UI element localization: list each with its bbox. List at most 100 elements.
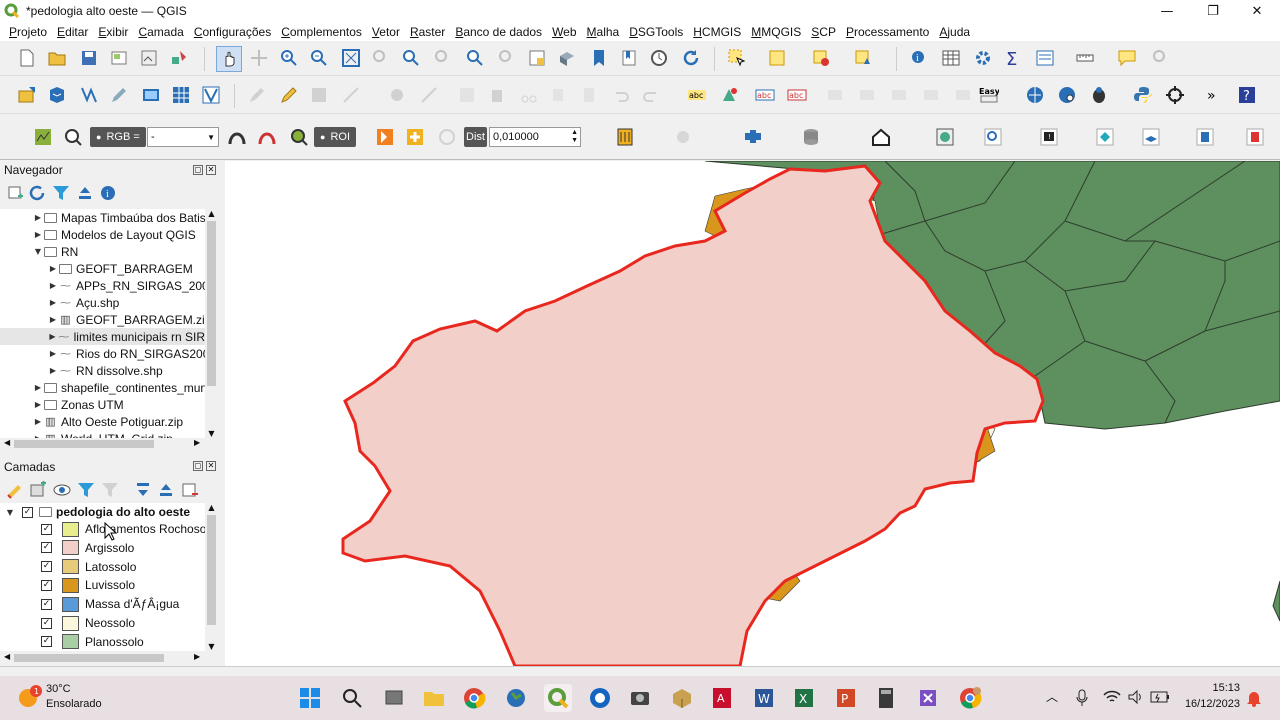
help-icon[interactable]: ?	[1236, 84, 1258, 106]
navigator-item[interactable]: ▶ ▥ GEOFT_BARRAGEM.zip	[47, 311, 205, 328]
scp-redo-roi-icon[interactable]	[436, 126, 458, 148]
layers-scroll-thumb[interactable]	[207, 515, 216, 625]
zoom-native-icon[interactable]	[432, 47, 454, 69]
navigator-item[interactable]: ▶⁓ APPs_RN_SIRGAS_2000.s	[47, 277, 205, 294]
print-export-icon[interactable]	[1194, 126, 1216, 148]
word-icon[interactable]: W	[750, 684, 778, 712]
show-bookmarks-icon[interactable]	[618, 47, 640, 69]
class-visibility-checkbox[interactable]: ✓	[41, 523, 52, 535]
search-icon[interactable]	[338, 684, 366, 712]
open-project-icon[interactable]	[46, 47, 68, 69]
collapsed-arrow-icon[interactable]: ▶	[47, 349, 59, 358]
menu-hcmgis[interactable]: HCMGIS	[693, 25, 741, 39]
open-attribute-table-icon[interactable]	[940, 47, 962, 69]
deselect-features-icon[interactable]	[810, 47, 832, 69]
pan-map-icon[interactable]	[216, 46, 242, 72]
scp-pointer-icon[interactable]	[256, 126, 278, 148]
layers-scroll-right-icon[interactable]: ▶	[194, 652, 200, 661]
legend-class-row[interactable]: ✓ Argissolo	[41, 539, 134, 557]
collapsed-arrow-icon[interactable]: ▶	[47, 298, 59, 307]
menu-raster[interactable]: Raster	[410, 25, 445, 39]
toggle-editing-icon[interactable]	[278, 84, 300, 106]
statistical-summary-icon[interactable]: Σ	[1002, 47, 1024, 69]
report-icon[interactable]	[1244, 126, 1266, 148]
scp-preview-icon[interactable]	[742, 126, 764, 148]
menu-dsgtools[interactable]: DSGTools	[629, 25, 683, 39]
scp-add-roi-icon[interactable]	[404, 126, 426, 148]
add-selected-layers-icon[interactable]	[4, 182, 26, 204]
calculator-icon[interactable]	[872, 684, 900, 712]
collapsed-arrow-icon[interactable]: ▶	[47, 281, 59, 290]
layer-stack-icon[interactable]	[1140, 126, 1162, 148]
pan-to-selection-icon[interactable]	[248, 47, 270, 69]
map-canvas[interactable]	[225, 161, 1280, 666]
paste-features-icon[interactable]	[578, 84, 600, 106]
locator-icon[interactable]	[1150, 47, 1172, 69]
gps-tracker-icon[interactable]	[1164, 84, 1186, 106]
navigator-item[interactable]: ▶ Mapas Timbaúba dos Batist	[32, 209, 205, 226]
collapsed-arrow-icon[interactable]: ▶	[32, 400, 44, 409]
menu-configuracoes[interactable]: Configurações	[194, 25, 271, 39]
legend-class-row[interactable]: ✓ Luvissolo	[41, 576, 135, 594]
file-explorer-icon[interactable]	[420, 684, 448, 712]
camera-app-icon[interactable]	[626, 684, 654, 712]
comment-icon[interactable]: !	[1038, 126, 1060, 148]
scp-spectral-icon[interactable]	[672, 126, 694, 148]
scp-dock-icon[interactable]	[32, 126, 54, 148]
navigator-item[interactable]: ▶ GEOFT_BARRAGEM	[47, 260, 193, 277]
new-map-view-icon[interactable]	[526, 47, 548, 69]
navigator-item[interactable]: ▶ Zonas UTM	[32, 396, 124, 413]
snipping-tool-icon[interactable]	[914, 684, 942, 712]
battery-icon[interactable]	[1150, 690, 1170, 704]
open-layer-styling-icon[interactable]	[4, 479, 26, 501]
zoom-last-icon[interactable]	[464, 47, 486, 69]
add-group-icon[interactable]	[27, 479, 49, 501]
delete-selected-icon[interactable]	[486, 84, 508, 106]
manage-map-themes-icon[interactable]	[51, 479, 73, 501]
menu-ajuda[interactable]: Ajuda	[939, 25, 970, 39]
collapsed-arrow-icon[interactable]: ▶	[47, 264, 59, 273]
redo-icon[interactable]	[640, 84, 662, 106]
new-3d-map-view-icon[interactable]	[556, 47, 578, 69]
minimize-button[interactable]: —	[1144, 0, 1190, 22]
navigator-item[interactable]: ▶ ⁓ limites municipais rn SIR	[0, 328, 205, 345]
navigator-item[interactable]: ▶ Modelos de Layout QGIS	[32, 226, 196, 243]
georeferencer-icon[interactable]	[934, 126, 956, 148]
task-view-icon[interactable]	[380, 684, 408, 712]
expand-all-icon[interactable]	[132, 479, 154, 501]
save-project-icon[interactable]	[78, 47, 100, 69]
collapsed-arrow-icon[interactable]: ▶	[32, 383, 44, 392]
zoom-full-icon[interactable]	[340, 47, 362, 69]
digitize-line-icon[interactable]	[78, 84, 100, 106]
zoom-out-icon[interactable]	[308, 47, 330, 69]
chrome-icon[interactable]	[460, 684, 488, 712]
scroll-up-icon[interactable]: ▲	[206, 209, 217, 218]
zoom-to-layer-icon[interactable]	[400, 47, 422, 69]
spatial-bookmark-icon[interactable]	[588, 47, 610, 69]
layers-scroll-up-icon[interactable]: ▲	[206, 503, 217, 512]
menu-exibir[interactable]: Exibir	[98, 25, 128, 39]
navigator-item[interactable]: ▶ ⁓ Açu.shp	[47, 294, 119, 311]
weather-sun-icon[interactable]: 1	[16, 684, 42, 710]
quickmapservices-icon[interactable]	[1024, 84, 1046, 106]
windows-start-icon[interactable]	[296, 684, 324, 712]
save-edits-icon[interactable]	[308, 84, 330, 106]
wifi-icon[interactable]	[1103, 689, 1121, 705]
menu-web[interactable]: Web	[552, 25, 576, 39]
navigator-item[interactable]: ▶⁓ Rios do RN_SIRGAS2000.	[47, 345, 205, 362]
collapsed-arrow-icon[interactable]: ▶	[32, 417, 44, 426]
close-button[interactable]: ✕	[1234, 0, 1280, 22]
navigator-vertical-scrollbar[interactable]: ▲ ▼	[205, 209, 218, 438]
scroll-left-icon[interactable]: ◀	[4, 438, 10, 447]
zoom-canvas-icon[interactable]	[982, 126, 1004, 148]
layers-hscroll-thumb[interactable]	[14, 654, 164, 662]
navigator-horizontal-scrollbar[interactable]: ◀ ▶	[0, 438, 218, 450]
menu-camada[interactable]: Camada	[138, 25, 183, 39]
collapsed-arrow-icon[interactable]: ▶	[32, 213, 44, 222]
hscroll-thumb[interactable]	[14, 440, 154, 448]
menu-complementos[interactable]: Complementos	[281, 25, 362, 39]
new-project-icon[interactable]	[16, 47, 38, 69]
modify-attributes-icon[interactable]	[418, 84, 440, 106]
layer-group-row[interactable]: ▼ ✓ pedologia do alto oeste	[4, 503, 190, 521]
layers-vertical-scrollbar[interactable]: ▲ ▼	[205, 503, 218, 651]
